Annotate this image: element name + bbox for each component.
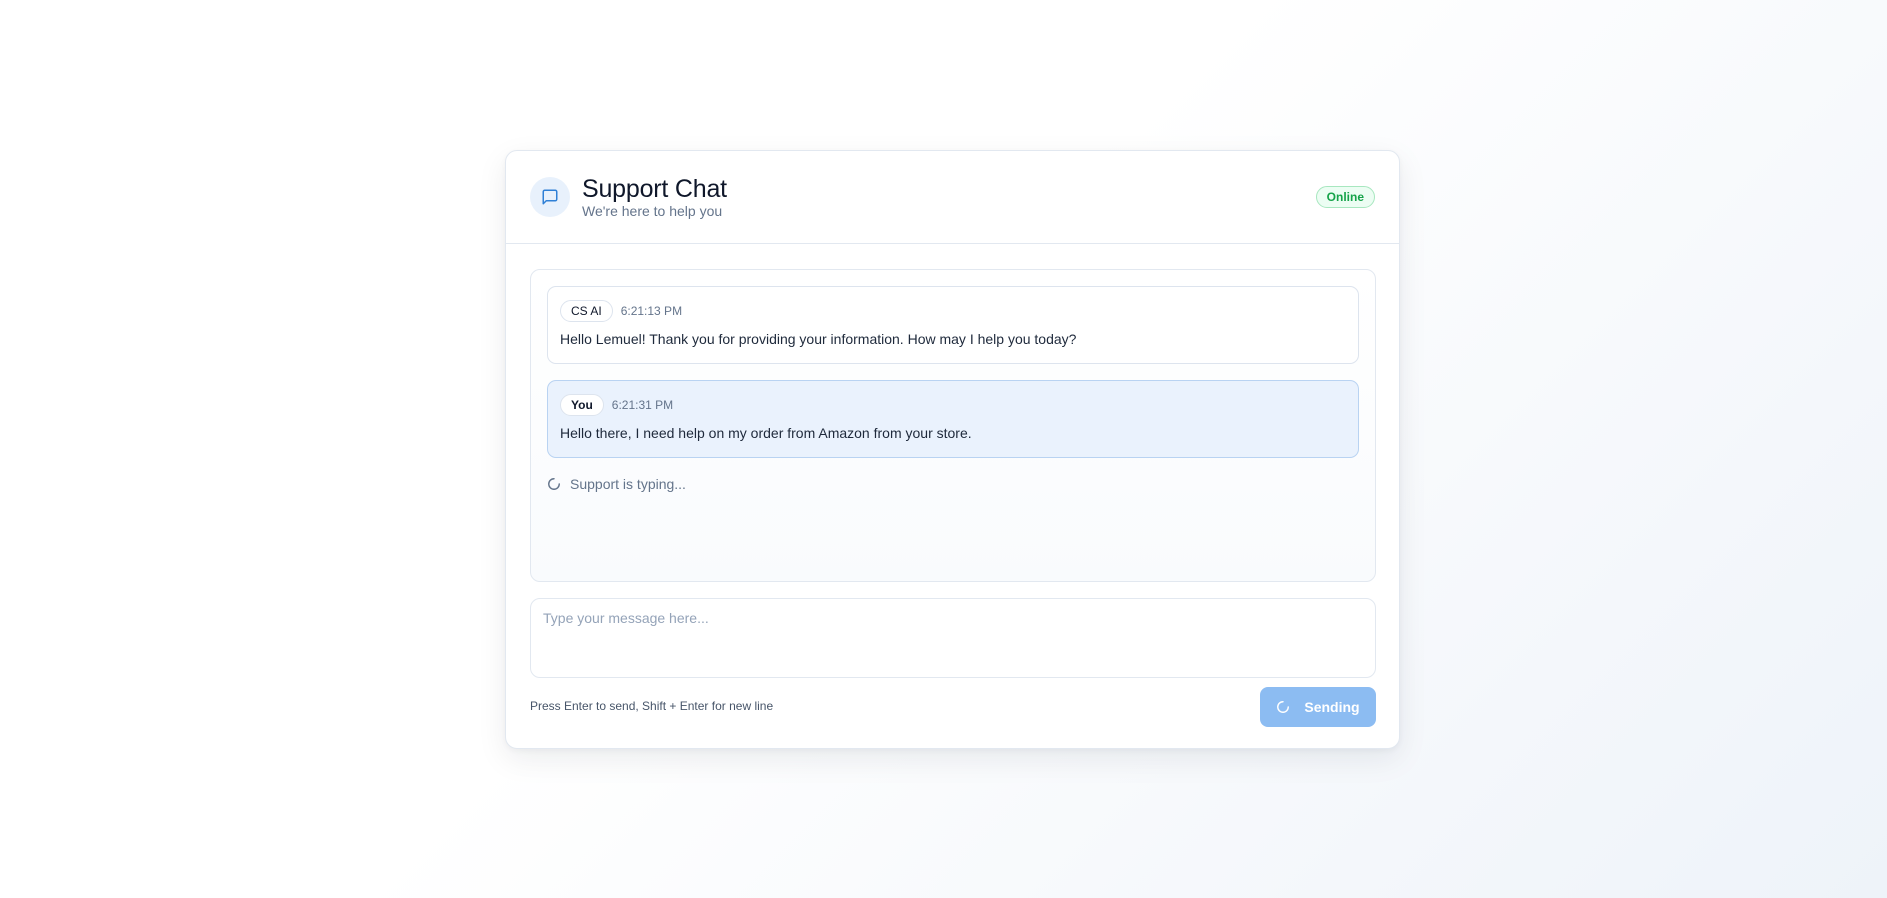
keyboard-hint: Press Enter to send, Shift + Enter for n… <box>530 699 774 713</box>
message-header: CS AI 6:21:13 PM <box>560 300 1346 322</box>
message-bot: CS AI 6:21:13 PM Hello Lemuel! Thank you… <box>547 286 1359 364</box>
message-text: Hello Lemuel! Thank you for providing yo… <box>560 331 1077 347</box>
chat-header: Support Chat We're here to help you Onli… <box>506 151 1399 244</box>
sender-badge: CS AI <box>560 300 613 322</box>
message-time: 6:21:13 PM <box>620 304 683 318</box>
message-text: Hello there, I need help on my order fro… <box>560 425 972 441</box>
chat-bubble-icon <box>530 177 570 217</box>
status-badge: Online <box>1315 186 1375 208</box>
typing-indicator: Support is typing... <box>547 476 686 492</box>
title-block: Support Chat We're here to help you <box>582 175 727 219</box>
message-input[interactable] <box>530 598 1376 678</box>
message-list[interactable]: CS AI 6:21:13 PM Hello Lemuel! Thank you… <box>530 269 1376 582</box>
message-time: 6:21:31 PM <box>611 398 674 412</box>
typing-text: Support is typing... <box>570 476 686 492</box>
send-button[interactable]: Sending <box>1260 687 1376 727</box>
chat-card: Support Chat We're here to help you Onli… <box>505 150 1400 749</box>
loading-spinner-icon <box>1277 701 1290 713</box>
message-header: You 6:21:31 PM <box>560 394 1346 416</box>
send-button-label: Sending <box>1304 699 1360 715</box>
loading-spinner-icon <box>548 478 560 490</box>
sender-badge: You <box>560 394 604 416</box>
page-subtitle: We're here to help you <box>582 203 723 219</box>
page-title: Support Chat <box>582 175 727 203</box>
message-user: You 6:21:31 PM Hello there, I need help … <box>547 380 1359 458</box>
